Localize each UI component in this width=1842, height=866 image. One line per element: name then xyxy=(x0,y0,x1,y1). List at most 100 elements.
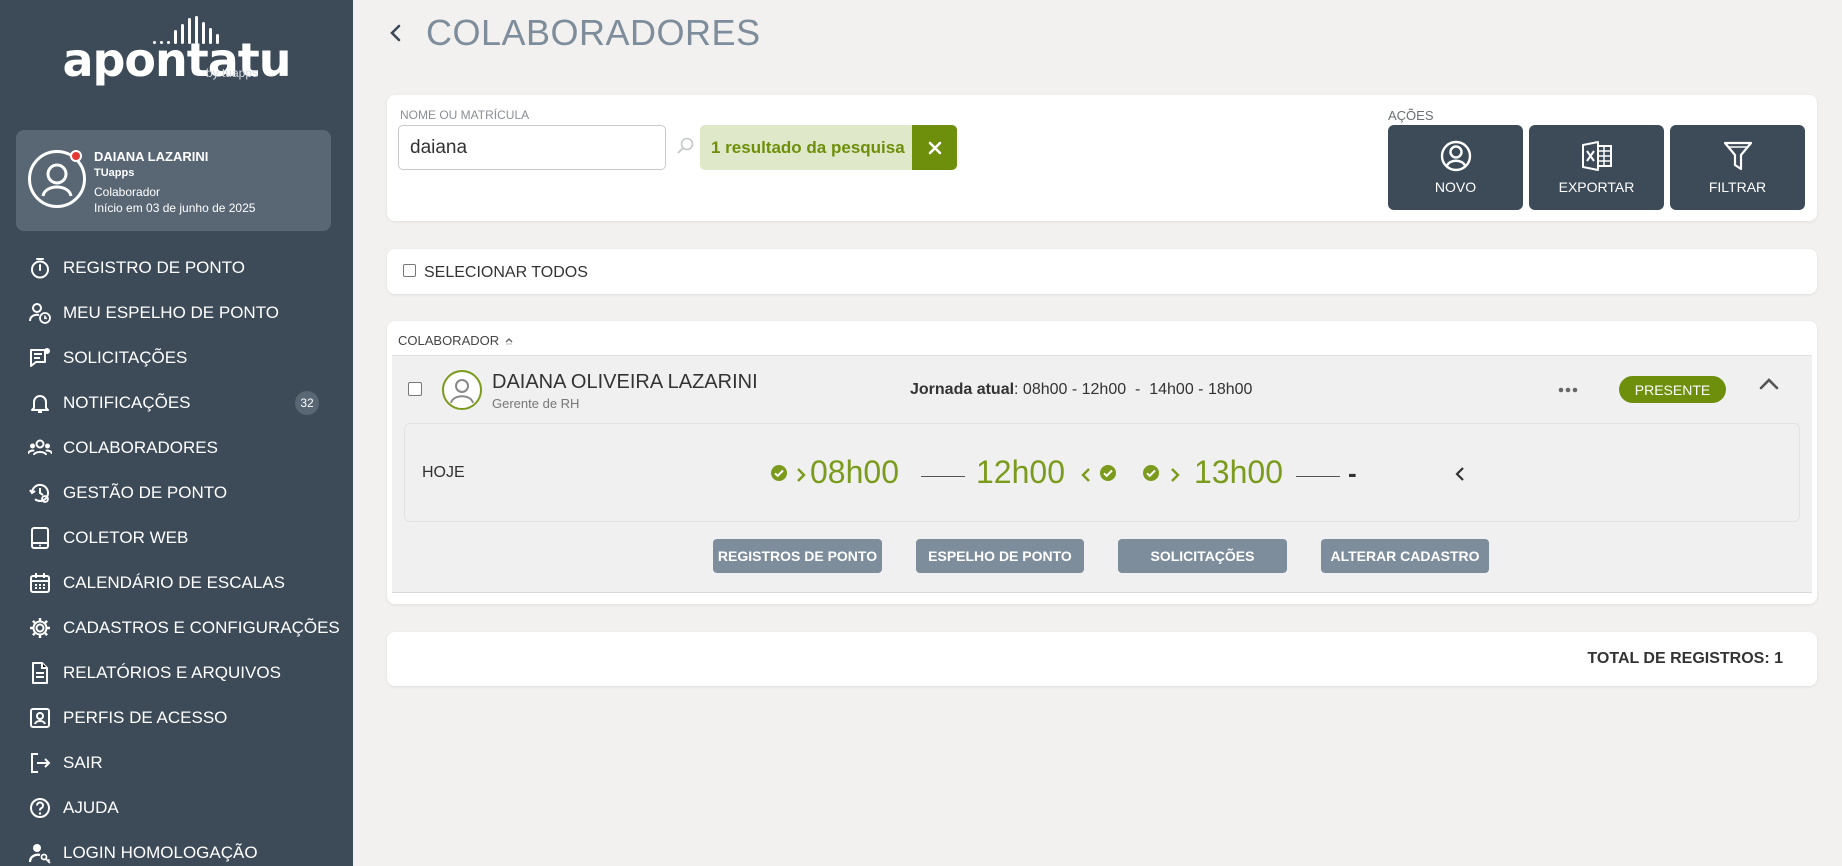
sidebar-item-label: AJUDA xyxy=(63,797,119,817)
sidebar-item-sair[interactable]: SAIR xyxy=(0,740,353,785)
more-options-icon[interactable] xyxy=(1558,376,1578,399)
new-button[interactable]: NOVO xyxy=(1388,125,1523,210)
excel-icon xyxy=(1581,141,1612,171)
close-icon xyxy=(928,141,941,154)
filter-button[interactable]: FILTRAR xyxy=(1670,125,1805,210)
sort-icon xyxy=(505,337,513,344)
sidebar-item-label: REGISTRO DE PONTO xyxy=(63,257,245,277)
today-label: HOJE xyxy=(422,464,465,481)
sidebar-item-colaboradores[interactable]: COLABORADORES xyxy=(0,425,353,470)
logo-byline: by tuapps xyxy=(205,66,258,80)
sidebar-item-meu-espelho-de-ponto[interactable]: MEU ESPELHO DE PONTO xyxy=(0,290,353,335)
edit-registration-button[interactable]: ALTERAR CADASTRO xyxy=(1321,539,1489,573)
sidebar-item-label: PERFIS DE ACESSO xyxy=(63,707,228,727)
user-key-icon xyxy=(28,841,52,865)
time-records-button[interactable]: REGISTROS DE PONTO xyxy=(713,539,882,573)
sidebar-item-gestao-de-ponto[interactable]: GESTÃO DE PONTO xyxy=(0,470,353,515)
select-all-checkbox[interactable] xyxy=(403,264,416,277)
sidebar-item-label: MEU ESPELHO DE PONTO xyxy=(63,302,280,322)
punch-entry-2[interactable]: 13h00 xyxy=(1142,454,1283,491)
filter-button-label: FILTRAR xyxy=(1708,179,1767,195)
punch-entry-1[interactable]: 08h00 xyxy=(770,454,899,491)
expand-punches-button[interactable] xyxy=(1455,466,1465,487)
select-all-bar: SELECIONAR TODOS xyxy=(387,249,1817,294)
sidebar-nav: REGISTRO DE PONTO MEU ESPELHO DE PONTO S… xyxy=(0,245,353,866)
sidebar-item-coletor-web[interactable]: COLETOR WEB xyxy=(0,515,353,560)
sidebar-item-ajuda[interactable]: AJUDA xyxy=(0,785,353,830)
schedule-label: Jornada atual xyxy=(910,381,1015,398)
employee-list: COLABORADOR DAIANA OLIVEIRA LAZARINI Ger… xyxy=(387,321,1817,604)
check-circle-icon xyxy=(770,464,788,482)
punch-exit-1[interactable]: 12h00 xyxy=(976,454,1117,491)
avatar xyxy=(442,370,482,410)
sidebar-item-login-homologacao[interactable]: LOGIN HOMOLOGAÇÃO xyxy=(0,830,353,866)
user-start-date: Início em 03 de junho de 2025 xyxy=(94,201,256,215)
total-records: TOTAL DE REGISTROS: 1 xyxy=(1587,650,1783,667)
sidebar-item-perfis-de-acesso[interactable]: PERFIS DE ACESSO xyxy=(0,695,353,740)
new-button-label: NOVO xyxy=(1434,179,1477,195)
sidebar-item-notificacoes[interactable]: NOTIFICAÇÕES 32 xyxy=(0,380,353,425)
sidebar-item-label: COLETOR WEB xyxy=(63,527,189,547)
sidebar-item-label: CADASTROS E CONFIGURAÇÕES xyxy=(63,617,340,637)
chevron-right-icon xyxy=(796,454,806,491)
id-card-icon xyxy=(28,706,52,730)
actions-label: AÇÕES xyxy=(1388,108,1434,123)
employee-role: Gerente de RH xyxy=(492,396,580,411)
sidebar-item-label: NOTIFICAÇÕES xyxy=(63,392,191,412)
calendar-icon xyxy=(28,571,52,595)
sidebar-item-registro-de-ponto[interactable]: REGISTRO DE PONTO xyxy=(0,245,353,290)
divider xyxy=(921,476,965,477)
clear-search-button[interactable] xyxy=(912,125,957,170)
user-icon xyxy=(41,163,73,197)
today-punches: HOJE 08h00 12h00 13h00 - xyxy=(404,423,1800,522)
stopwatch-icon xyxy=(28,256,52,280)
logo-text: apontatu xyxy=(62,33,291,87)
table-row: DAIANA OLIVEIRA LAZARINI Gerente de RH J… xyxy=(392,355,1812,593)
user-name: DAIANA LAZARINI xyxy=(94,149,209,164)
sidebar-item-label: RELATÓRIOS E ARQUIVOS xyxy=(63,662,281,682)
help-icon xyxy=(28,796,52,820)
requests-button[interactable]: SOLICITAÇÕES xyxy=(1118,539,1287,573)
sidebar-item-calendario-de-escalas[interactable]: CALENDÁRIO DE ESCALAS xyxy=(0,560,353,605)
chevron-left-icon xyxy=(1455,467,1464,481)
status-badge: PRESENTE xyxy=(1619,376,1726,403)
schedule-value: : 08h00 - 12h00 - 14h00 - 18h00 xyxy=(1014,381,1253,398)
sidebar-item-label: LOGIN HOMOLOGAÇÃO xyxy=(63,842,258,862)
row-checkbox[interactable] xyxy=(408,382,422,396)
search-label: NOME OU MATRÍCULA xyxy=(400,108,530,122)
sidebar-item-relatorios-e-arquivos[interactable]: RELATÓRIOS E ARQUIVOS xyxy=(0,650,353,695)
user-clock-icon xyxy=(28,301,52,325)
time-sheet-button[interactable]: ESPELHO DE PONTO xyxy=(916,539,1084,573)
user-card[interactable]: DAIANA LAZARINI TUapps Colaborador Iníci… xyxy=(16,130,331,231)
column-header-colaborador[interactable]: COLABORADOR xyxy=(398,333,514,348)
employee-name[interactable]: DAIANA OLIVEIRA LAZARINI xyxy=(492,371,758,394)
chevron-right-icon xyxy=(1170,454,1180,491)
user-company: TUapps xyxy=(94,167,135,179)
logout-icon xyxy=(28,751,52,775)
sidebar-item-cadastros-e-configuracoes[interactable]: CADASTROS E CONFIGURAÇÕES xyxy=(0,605,353,650)
team-icon xyxy=(28,436,52,460)
punch-time: 08h00 xyxy=(810,454,899,490)
search-result-badge: 1 resultado da pesquisa xyxy=(700,125,912,170)
check-circle-icon xyxy=(1142,464,1160,482)
document-icon xyxy=(28,661,52,685)
export-button[interactable]: EXPORTAR xyxy=(1529,125,1664,210)
request-icon xyxy=(28,346,52,370)
search-icon[interactable] xyxy=(677,137,695,160)
sidebar-item-label: COLABORADORES xyxy=(63,437,218,457)
sidebar-item-label: CALENDÁRIO DE ESCALAS xyxy=(63,572,286,592)
search-card: NOME OU MATRÍCULA 1 resultado da pesquis… xyxy=(387,95,1817,221)
chevron-left-icon xyxy=(390,24,401,42)
online-status-dot xyxy=(70,150,82,162)
collapse-row-button[interactable] xyxy=(1759,377,1779,396)
sidebar-item-solicitacoes[interactable]: SOLICITAÇÕES xyxy=(0,335,353,380)
app-logo[interactable]: apontatu xyxy=(0,14,353,87)
search-input[interactable] xyxy=(398,125,666,170)
user-icon xyxy=(450,379,474,404)
back-button[interactable] xyxy=(383,20,407,46)
page-title: COLABORADORES xyxy=(426,12,761,53)
column-header-label: COLABORADOR xyxy=(398,333,500,348)
gear-icon xyxy=(28,616,52,640)
sidebar: apontatu by tuapps DAIANA LAZARINI TUapp… xyxy=(0,0,353,866)
select-all-label[interactable]: SELECIONAR TODOS xyxy=(424,264,588,282)
